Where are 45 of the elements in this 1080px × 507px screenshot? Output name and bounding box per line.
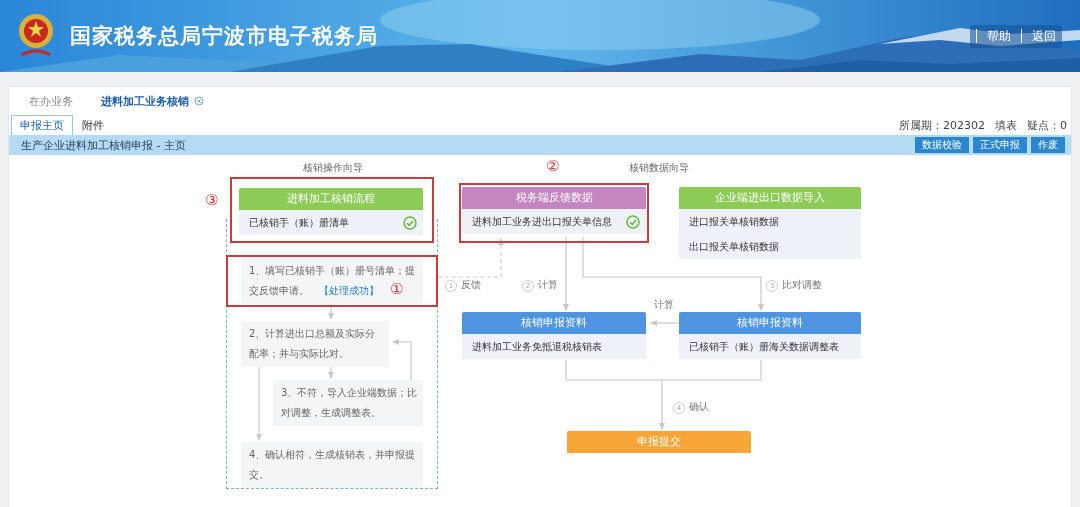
flow-node-header[interactable]: 税务端反馈数据 xyxy=(462,187,646,209)
row-label[interactable]: 进料加工业务免抵退税核销表 xyxy=(472,339,640,354)
row-label[interactable]: 进口报关单核销数据 xyxy=(689,214,855,229)
header-link[interactable]: 返回 xyxy=(1032,27,1056,45)
close-icon[interactable] xyxy=(194,96,204,106)
status-link[interactable]: 【处理成功】 xyxy=(319,285,379,296)
row-label[interactable]: 已核销手（账）册清单 xyxy=(249,215,403,230)
flow-node-header[interactable]: 核销申报资料 xyxy=(462,312,646,334)
tab[interactable]: 申报主页 xyxy=(11,115,73,135)
tab[interactable]: 附件 xyxy=(73,115,113,135)
edge-label: 计算 xyxy=(538,279,558,292)
period-info: 填表 xyxy=(995,118,1017,133)
toolbar-button[interactable]: 数据校验 xyxy=(915,137,969,153)
row-label[interactable]: 进料加工业务进出口报关单信息 xyxy=(472,214,626,229)
step-description: 4、确认相符，生成核销表，并申报提交。 xyxy=(241,442,423,488)
flow-node-header[interactable]: 进料加工核销流程 xyxy=(239,188,423,210)
breadcrumb-tab[interactable]: 在办业务 xyxy=(29,93,73,109)
row-label[interactable]: 出口报关单核销数据 xyxy=(689,239,855,254)
row-label[interactable]: 已核销手（账）册海关数据调整表 xyxy=(689,339,855,354)
toolbar-button[interactable]: 作废 xyxy=(1031,137,1065,153)
period-info: 所属期：202302 xyxy=(899,118,985,133)
step-description: 3、不符，导入企业端数据；比对调整，生成调整表。 xyxy=(273,380,423,426)
flow-node-header[interactable]: 申报提交 xyxy=(567,431,751,453)
diagram-heading: 核销数据向导 xyxy=(629,161,689,175)
site-title: 国家税务总局宁波市电子税务局 xyxy=(70,23,378,50)
connector-arrow xyxy=(392,339,412,381)
period-info: 疑点：0 xyxy=(1027,118,1067,133)
edge-label: 确认 xyxy=(689,401,709,414)
edge-label: 反馈 xyxy=(461,279,481,292)
step-description: 2、计算进出口总额及实际分配率；并与实际比对。 xyxy=(241,321,389,367)
edge-label: 比对调整 xyxy=(782,279,822,292)
toolbar-button[interactable]: 正式申报 xyxy=(973,137,1027,153)
flow-node-header[interactable]: 企业端进出口数据导入 xyxy=(679,187,861,209)
annotation-number: ② xyxy=(546,157,560,175)
section-title: 生产企业进料加工核销申报 - 主页 xyxy=(21,137,186,153)
connector-arrow xyxy=(650,320,680,326)
breadcrumb-tab[interactable]: 进料加工业务核销 xyxy=(101,93,204,109)
diagram-heading: 核销操作向导 xyxy=(303,161,363,175)
edge-label: 计算 xyxy=(654,299,674,312)
connector-arrow xyxy=(328,302,334,320)
header-link[interactable]: 帮助 xyxy=(987,27,1011,45)
annotation-number: ③ xyxy=(205,191,219,209)
flow-node-header[interactable]: 核销申报资料 xyxy=(679,312,861,334)
annotation-number: ① xyxy=(390,280,404,298)
connector-arrow xyxy=(437,238,504,278)
